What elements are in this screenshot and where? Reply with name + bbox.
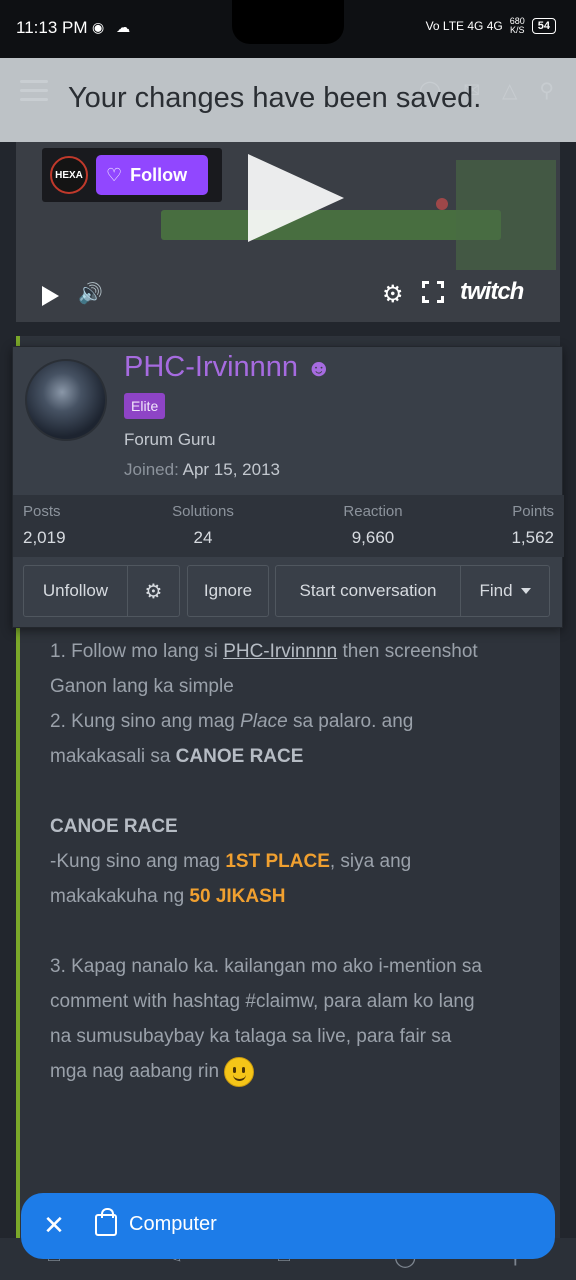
post-text: na sumusubaybay ka talaga sa live, para … bbox=[50, 1026, 452, 1047]
fullscreen-icon[interactable] bbox=[422, 281, 444, 303]
username-text: PHC-Irvinnnn bbox=[124, 351, 299, 383]
post-line: mga nag aabang rin bbox=[50, 1054, 550, 1089]
settings-gear-icon[interactable]: ⚙ bbox=[382, 280, 404, 309]
post-text: 2. Kung sino ang mag bbox=[50, 711, 241, 732]
status-right-icons: Vo LTE 4G 4G 680 K/S 54 bbox=[426, 17, 556, 35]
post-line: comment with hashtag #claimw, para alam … bbox=[50, 984, 550, 1019]
post-text-bold: CANOE RACE bbox=[175, 746, 304, 767]
stat-value: 1,562 bbox=[511, 528, 554, 547]
post-text: makakasali sa bbox=[50, 746, 176, 767]
post-line: CANOE RACE bbox=[50, 809, 550, 844]
stat-reaction[interactable]: Reaction 9,660 bbox=[333, 503, 413, 548]
post-line: -Kung sino ang mag 1ST PLACE, siya ang bbox=[50, 844, 550, 879]
heart-icon: ♡ bbox=[106, 164, 123, 185]
channel-avatar[interactable]: HEXA bbox=[50, 156, 88, 194]
network-speed-unit: K/S bbox=[509, 25, 525, 35]
post-text: Ganon lang ka simple bbox=[50, 676, 234, 697]
user-banner-badge: Elite bbox=[124, 393, 166, 419]
big-play-icon[interactable] bbox=[248, 154, 344, 242]
post-text: makakakuha ng bbox=[50, 886, 190, 907]
play-icon[interactable] bbox=[42, 286, 59, 306]
stat-value: 24 bbox=[193, 528, 213, 547]
channel-follow-box: HEXA ♡ Follow bbox=[42, 148, 222, 202]
joined-date: Joined: Apr 15, 2013 bbox=[124, 460, 280, 480]
post-line: makakakuha ng 50 JIKASH bbox=[50, 879, 550, 914]
stat-value: 2,019 bbox=[23, 528, 66, 547]
member-actions: Unfollow ⚙ Ignore Start conversation Fin… bbox=[13, 557, 564, 629]
stat-posts[interactable]: Posts 2,019 bbox=[23, 503, 66, 548]
shopping-bag-icon bbox=[95, 1208, 117, 1236]
stat-label: Reaction bbox=[343, 503, 403, 520]
stat-value: 9,660 bbox=[351, 528, 395, 547]
post-line: 1. Follow mo lang si PHC-Irvinnnn then s… bbox=[50, 634, 550, 669]
post-content: 1. Follow mo lang si PHC-Irvinnnn then s… bbox=[50, 634, 550, 1089]
post-line: na sumusubaybay ka talaga sa live, para … bbox=[50, 1019, 550, 1054]
post-text: comment with hashtag #claimw, para alam … bbox=[50, 991, 475, 1012]
find-dropdown[interactable]: Find bbox=[460, 565, 550, 617]
joined-label: Joined: bbox=[124, 460, 179, 479]
member-tooltip-card: PHC-Irvinnnn ☻ Elite Forum Guru Joined: … bbox=[12, 346, 564, 629]
post-text: sa palaro. ang bbox=[287, 711, 414, 732]
user-mention-link[interactable]: PHC-Irvinnnn bbox=[223, 641, 337, 662]
video-controls: 🔊 ⚙ twitch bbox=[16, 268, 560, 322]
follow-label: Follow bbox=[130, 164, 188, 185]
unfollow-button[interactable]: Unfollow bbox=[23, 565, 128, 617]
saved-toast: Your changes have been saved. bbox=[0, 58, 576, 142]
incognito-icon: ☻ bbox=[306, 355, 332, 382]
pill-label: Computer bbox=[129, 1213, 217, 1235]
network-speed: 680 K/S bbox=[510, 17, 525, 35]
stat-solutions[interactable]: Solutions 24 bbox=[163, 503, 243, 548]
toast-message: Your changes have been saved. bbox=[68, 82, 482, 114]
post-text: , siya ang bbox=[329, 851, 412, 872]
follow-button[interactable]: ♡ Follow bbox=[96, 155, 208, 195]
post-text: mga nag aabang rin bbox=[50, 1061, 225, 1082]
avatar[interactable] bbox=[25, 359, 107, 441]
video-frame-element bbox=[436, 198, 448, 210]
twitch-logo[interactable]: twitch bbox=[460, 278, 524, 306]
twitch-embed[interactable]: HEXA ♡ Follow 🔊 ⚙ twitch bbox=[16, 142, 560, 322]
stat-label: Solutions bbox=[172, 503, 234, 520]
post-highlight: 1ST PLACE bbox=[225, 851, 330, 872]
status-bar: 11:13 PM ◉ ☁ Vo LTE 4G 4G 680 K/S 54 bbox=[0, 0, 576, 58]
stat-points[interactable]: Points 1,562 bbox=[511, 503, 554, 548]
volume-icon[interactable]: 🔊 bbox=[78, 281, 103, 306]
post-heading: CANOE RACE bbox=[50, 816, 178, 837]
gear-icon[interactable]: ⚙ bbox=[127, 565, 180, 617]
battery-icon: 54 bbox=[531, 18, 556, 34]
post-line: Ganon lang ka simple bbox=[50, 669, 550, 704]
ignore-button[interactable]: Ignore bbox=[187, 565, 269, 617]
computer-pill[interactable]: ✕ Computer bbox=[21, 1193, 555, 1259]
username[interactable]: PHC-Irvinnnn ☻ bbox=[124, 351, 331, 384]
user-title: Forum Guru bbox=[124, 430, 216, 449]
post-line: makakasali sa CANOE RACE bbox=[50, 739, 550, 774]
status-time: 11:13 PM bbox=[16, 18, 88, 37]
post-text: then screenshot bbox=[337, 641, 478, 662]
post-text: 3. Kapag nanalo ka. kailangan mo ako i-m… bbox=[50, 956, 482, 977]
smile-emoji-icon bbox=[224, 1056, 255, 1087]
screen: 11:13 PM ◉ ☁ Vo LTE 4G 4G 680 K/S 54 ◯ ✉… bbox=[0, 0, 576, 1280]
status-app-icons: ◉ ☁ bbox=[92, 19, 135, 35]
post-text: 1. Follow mo lang si bbox=[50, 641, 224, 662]
stat-label: Points bbox=[512, 503, 554, 520]
post-text-italic: Place bbox=[240, 711, 288, 732]
member-stats: Posts 2,019 Solutions 24 Reaction 9,660 … bbox=[13, 495, 564, 557]
stat-label: Posts bbox=[23, 503, 61, 520]
signal-icon: Vo LTE 4G 4G bbox=[425, 19, 503, 33]
post-line: 2. Kung sino ang mag Place sa palaro. an… bbox=[50, 704, 550, 739]
joined-value: Apr 15, 2013 bbox=[182, 460, 280, 479]
video-frame-element bbox=[456, 160, 556, 270]
post-highlight: 50 JIKASH bbox=[189, 886, 286, 907]
camera-notch bbox=[232, 0, 344, 44]
post-line: 3. Kapag nanalo ka. kailangan mo ako i-m… bbox=[50, 949, 550, 984]
close-icon[interactable]: ✕ bbox=[41, 1209, 67, 1241]
member-card-header: PHC-Irvinnnn ☻ Elite Forum Guru Joined: … bbox=[13, 347, 564, 495]
start-conversation-button[interactable]: Start conversation bbox=[275, 565, 461, 617]
post-text: -Kung sino ang mag bbox=[50, 851, 226, 872]
